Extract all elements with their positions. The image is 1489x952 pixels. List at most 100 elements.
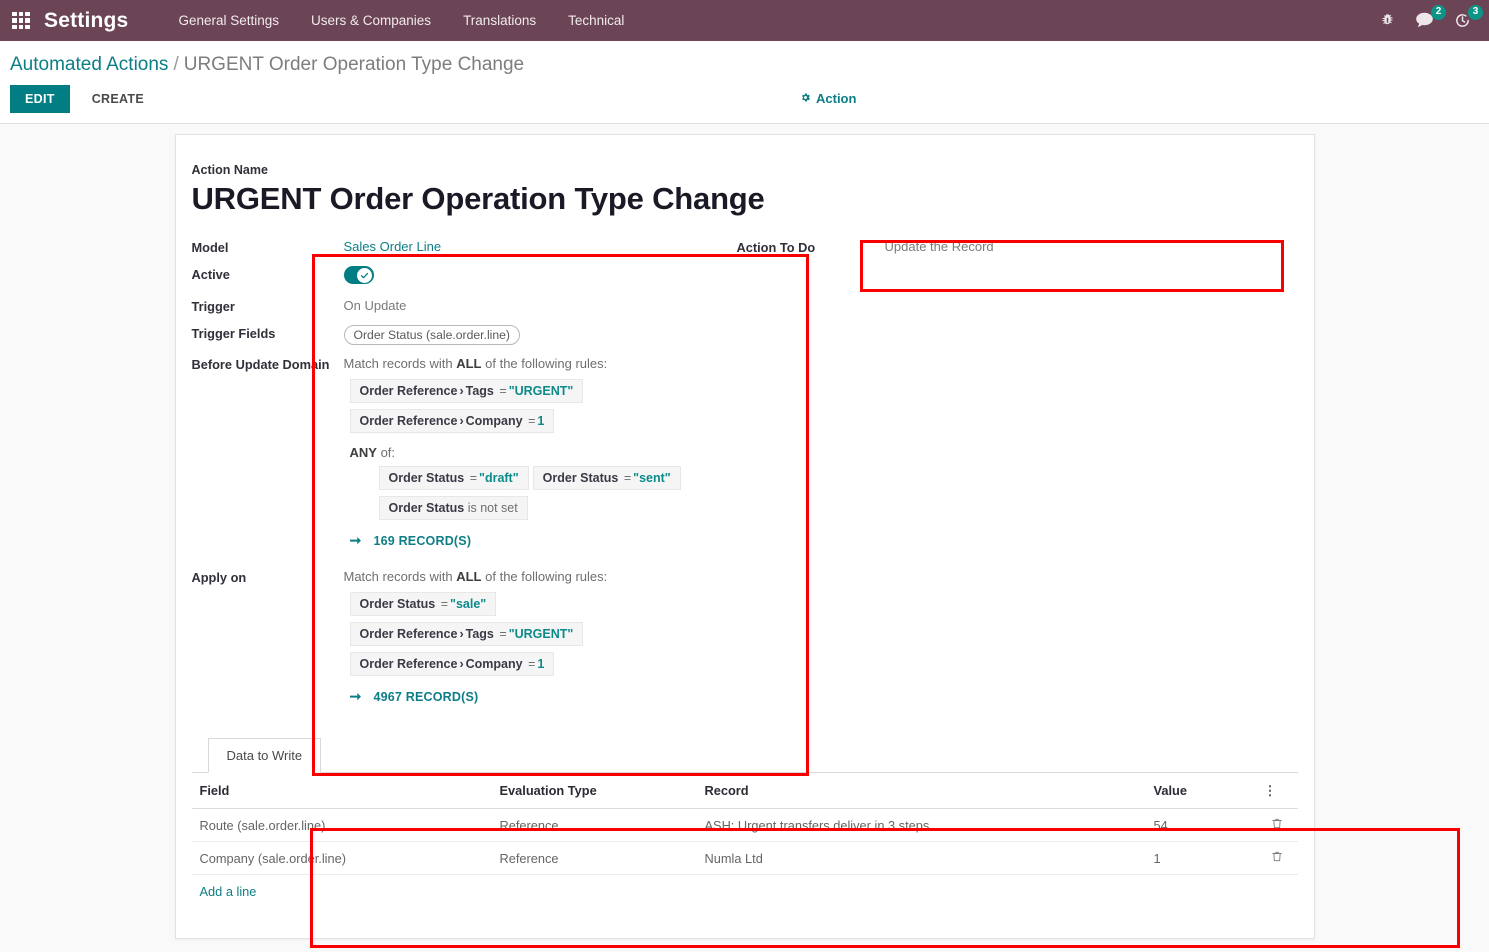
field-row-action-to-do: Action To Do Update the Record <box>737 239 1167 255</box>
messages-icon[interactable]: 2 <box>1415 5 1446 29</box>
condition-operator: is not set <box>467 501 518 515</box>
table-row[interactable]: Route (sale.order.line) Reference ASH: U… <box>191 808 1298 842</box>
trigger-label: Trigger <box>191 299 235 314</box>
check-icon <box>360 272 369 278</box>
model-label: Model <box>191 240 229 255</box>
add-a-line-label[interactable]: Add a line <box>192 875 1298 908</box>
condition-value: 1 <box>537 657 545 671</box>
field-row-active: Active <box>192 266 687 287</box>
cell-evaluation-type: Reference <box>491 841 697 875</box>
condition-operator: = <box>469 471 478 485</box>
trigger-value[interactable]: On Update <box>344 298 687 313</box>
th-value: Value <box>1145 773 1256 809</box>
condition-field: Order Status <box>388 471 465 485</box>
condition-field: Order Reference <box>359 657 458 671</box>
nav-item-technical[interactable]: Technical <box>552 3 640 38</box>
apps-grid-icon[interactable] <box>12 11 30 30</box>
cell-evaluation-type: Reference <box>491 808 697 842</box>
activities-icon[interactable]: 3 <box>1454 5 1483 29</box>
record-count-label: 4967 RECORD(S) <box>373 689 479 704</box>
condition-value: "sale" <box>450 597 487 611</box>
chevron-right-icon: › <box>459 657 464 671</box>
vertical-dots-icon[interactable]: ⋮ <box>1264 784 1277 797</box>
arrow-right-icon: ➞ <box>349 688 362 704</box>
apply-on-record-count[interactable]: ➞ 4967 RECORD(S) <box>350 688 687 705</box>
condition-subfield: Company <box>465 657 523 671</box>
condition-pill[interactable]: Order Reference › Company = 1 <box>349 409 555 433</box>
condition-value: "sent" <box>633 471 671 485</box>
apply-match-all: ALL <box>456 569 482 584</box>
condition-pill[interactable]: Order Status = "sale" <box>349 592 497 616</box>
field-row-model: Model Sales Order Line <box>192 239 687 255</box>
chevron-right-icon: › <box>459 414 464 428</box>
field-row-trigger-fields: Trigger Fields Order Status (sale.order.… <box>192 325 687 345</box>
before-update-domain-label: Before Update Domain <box>191 357 330 372</box>
condition-pill[interactable]: Order Status = "sent" <box>532 466 681 490</box>
condition-subfield: Company <box>465 414 523 428</box>
cell-record: ASH: Urgent transfers deliver in 3 steps <box>696 808 1146 842</box>
breadcrumb: Automated Actions / URGENT Order Operation… <box>10 41 1479 85</box>
table-header-row: Field Evaluation Type Record Value ⋮ <box>191 773 1298 809</box>
messages-badge: 2 <box>1431 5 1446 20</box>
action-name-label: Action Name <box>191 163 268 177</box>
cell-delete[interactable] <box>1255 808 1298 842</box>
app-brand-settings[interactable]: Settings <box>44 9 128 33</box>
condition-operator: = <box>528 414 536 428</box>
trash-icon <box>1271 818 1282 829</box>
apply-match-line: Match records with ALL of the following … <box>344 569 687 584</box>
condition-pill[interactable]: Order Reference › Tags = "URGENT" <box>349 379 584 403</box>
cell-value: 1 <box>1145 841 1256 875</box>
apply-on-value: Match records with ALL of the following … <box>344 569 687 709</box>
th-record: Record <box>696 773 1146 809</box>
top-navbar: Settings General Settings Users & Compan… <box>0 0 1489 41</box>
before-update-record-count[interactable]: ➞ 169 RECORD(S) <box>350 532 687 549</box>
bud-match-line: Match records with ALL of the following … <box>344 356 687 371</box>
bud-any-suffix: of: <box>380 445 396 460</box>
action-menu-button[interactable]: Action <box>800 91 856 106</box>
trigger-fields-value: Order Status (sale.order.line) <box>343 325 687 345</box>
before-update-domain-value: Match records with ALL of the following … <box>344 356 687 553</box>
cell-record: Numla Ltd <box>696 841 1146 875</box>
condition-pill[interactable]: Order Status is not set <box>378 496 528 520</box>
condition-pill[interactable]: Order Reference › Tags = "URGENT" <box>349 622 584 646</box>
table-row[interactable]: Company (sale.order.line) Reference Numl… <box>191 841 1298 875</box>
edit-button[interactable]: EDIT <box>10 85 70 113</box>
condition-field: Order Reference <box>359 384 458 398</box>
apply-on-label: Apply on <box>191 570 247 585</box>
cell-delete[interactable] <box>1255 841 1298 875</box>
condition-operator: = <box>499 384 507 398</box>
active-toggle[interactable] <box>343 266 374 284</box>
chevron-right-icon: › <box>459 627 464 641</box>
th-evaluation-type: Evaluation Type <box>491 773 697 809</box>
form-view-container: Action Name URGENT Order Operation Type … <box>0 124 1489 939</box>
trigger-field-tag[interactable]: Order Status (sale.order.line) <box>343 325 520 345</box>
condition-field: Order Status <box>542 471 619 485</box>
navbar-menu: General Settings Users & Companies Trans… <box>162 3 640 38</box>
apply-rules: Order Status = "sale" Order Reference › Tag… <box>349 592 687 682</box>
condition-pill[interactable]: Order Reference › Company = 1 <box>349 652 555 676</box>
bud-any-label: ANY <box>349 445 377 460</box>
tab-data-to-write[interactable]: Data to Write <box>207 738 322 773</box>
action-to-do-value[interactable]: Update the Record <box>885 239 1167 254</box>
nav-item-users-companies[interactable]: Users & Companies <box>295 3 447 38</box>
condition-pill[interactable]: Order Status = "draft" <box>378 466 529 490</box>
trash-icon <box>1271 851 1282 862</box>
bud-match-suffix: of the following rules: <box>485 356 608 371</box>
condition-subfield: Tags <box>465 627 494 641</box>
notebook: Data to Write Field Evaluation Type Reco… <box>191 738 1298 908</box>
add-a-line-row[interactable]: Add a line <box>192 875 1298 908</box>
cell-value: 54 <box>1145 808 1256 842</box>
nav-item-translations[interactable]: Translations <box>447 3 552 38</box>
activities-badge: 3 <box>1468 5 1483 20</box>
nav-item-general-settings[interactable]: General Settings <box>162 3 295 38</box>
page-title: URGENT Order Operation Type Change <box>191 181 765 216</box>
model-value[interactable]: Sales Order Line <box>344 239 687 254</box>
bug-icon[interactable] <box>1380 13 1395 28</box>
create-button[interactable]: CREATE <box>77 85 159 113</box>
gear-icon <box>800 91 811 106</box>
control-panel: Automated Actions / URGENT Order Operation… <box>0 41 1489 124</box>
condition-operator: = <box>623 471 632 485</box>
condition-operator: = <box>440 597 449 611</box>
active-value <box>343 266 687 287</box>
breadcrumb-automated-actions[interactable]: Automated Actions <box>10 54 168 75</box>
